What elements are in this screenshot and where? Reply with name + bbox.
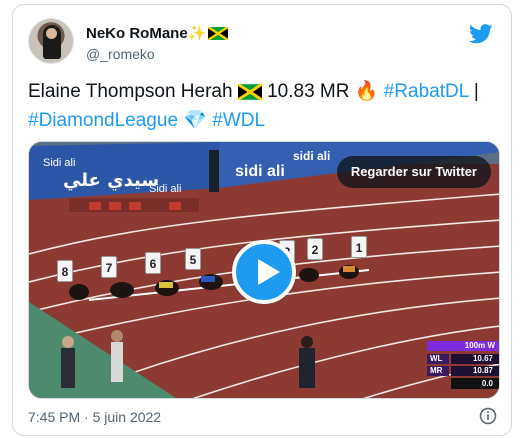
- text-part-2: 10.83 MR: [261, 81, 355, 102]
- lane-number: 5: [185, 248, 201, 270]
- scoreboard-time: 0.0: [451, 378, 499, 389]
- banner-brand-2: Sidi ali: [149, 183, 181, 195]
- race-scoreboard: 100m W WL 10.67 MR 10.87 0.0: [427, 341, 499, 389]
- author-handle[interactable]: @_romeko: [86, 46, 155, 62]
- hashtag-wdl[interactable]: #WDL: [212, 110, 265, 131]
- jamaica-flag-icon: [207, 25, 230, 44]
- info-icon[interactable]: [479, 407, 497, 425]
- author-name-text: NeKo RoMane: [86, 25, 188, 42]
- lane-number: 2: [307, 238, 323, 260]
- lane-number: 6: [145, 252, 161, 274]
- tweet-timestamp[interactable]: 7:45 PM · 5 juin 2022: [28, 409, 161, 425]
- separator-text: |: [468, 81, 479, 102]
- watch-on-twitter-button[interactable]: Regarder sur Twitter: [336, 156, 491, 188]
- tweet-text: Elaine Thompson Herah 10.83 MR 🔥 #RabatD…: [28, 79, 498, 134]
- hashtag-diamondleague[interactable]: #DiamondLeague: [28, 110, 178, 131]
- hashtag-rabatdl[interactable]: #RabatDL: [384, 81, 469, 102]
- scoreboard-value: 10.67: [451, 354, 499, 364]
- gem-emoji: 💎: [183, 110, 207, 131]
- lane-number: 7: [101, 256, 117, 278]
- twitter-bird-icon[interactable]: [468, 24, 493, 44]
- author-name[interactable]: NeKo RoMane✨: [86, 24, 230, 44]
- scoreboard-value: 10.87: [451, 366, 499, 376]
- video-player[interactable]: Sidi ali سيدي علي Sidi ali sidi ali sidi…: [28, 141, 500, 399]
- scoreboard-row: WL 10.67: [427, 354, 499, 364]
- play-button[interactable]: [232, 240, 296, 304]
- scoreboard-row: MR 10.87: [427, 366, 499, 376]
- scoreboard-event: 100m W: [427, 341, 499, 351]
- jamaica-flag-icon: [237, 82, 263, 108]
- lane-number: 8: [57, 260, 73, 282]
- avatar[interactable]: [28, 18, 74, 64]
- banner-arabic: سيدي علي: [63, 170, 159, 191]
- text-part-1: Elaine Thompson Herah: [28, 81, 238, 102]
- lane-number: 1: [351, 236, 367, 258]
- banner-brand-4: sidi ali: [293, 149, 330, 163]
- banner-brand-3: sidi ali: [235, 163, 285, 180]
- play-icon: [258, 259, 280, 285]
- scoreboard-label: MR: [427, 366, 449, 376]
- fire-emoji: 🔥: [354, 81, 379, 102]
- banner-brand-1: Sidi ali: [43, 157, 75, 169]
- scoreboard-label: WL: [427, 354, 449, 364]
- tweet-card[interactable]: NeKo RoMane✨ @_romeko Elaine Thompson He…: [12, 4, 512, 436]
- tweet-header: NeKo RoMane✨ @_romeko: [28, 18, 497, 66]
- sparkles-emoji: ✨: [187, 25, 207, 42]
